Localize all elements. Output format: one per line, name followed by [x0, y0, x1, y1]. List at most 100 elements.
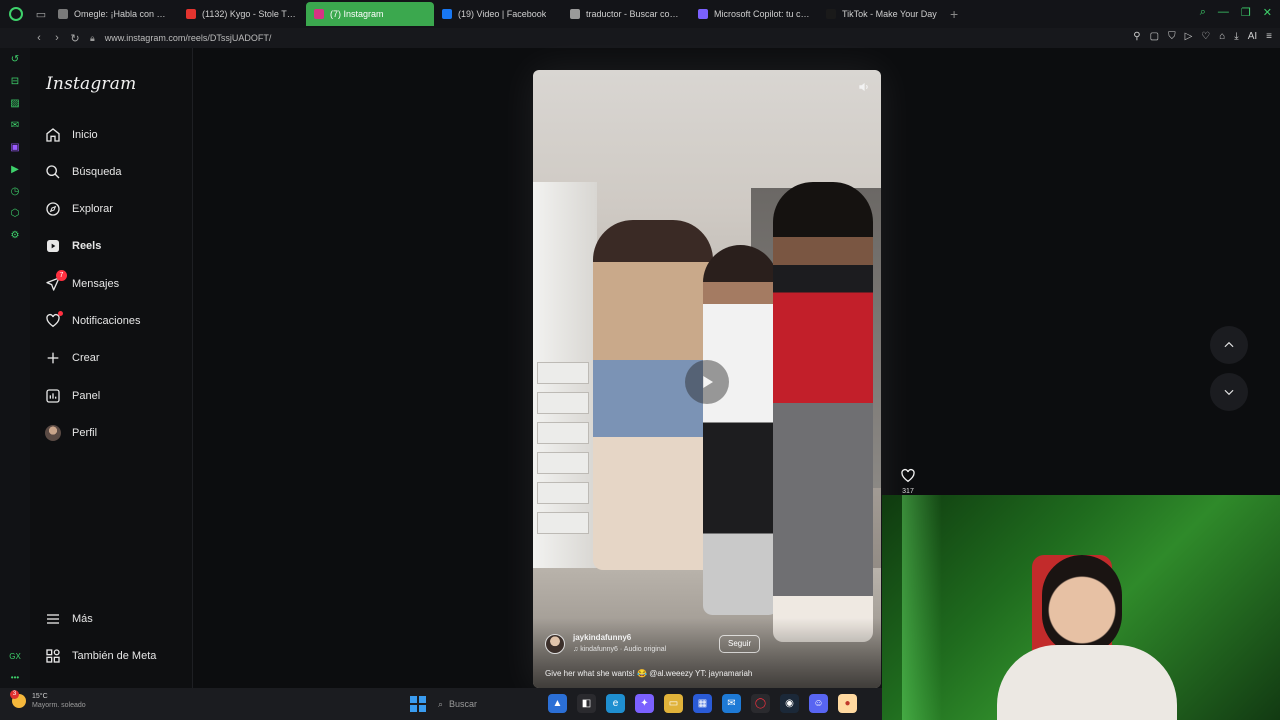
chevron-up-icon [1224, 341, 1234, 348]
snapshot-icon[interactable]: ▢ [1150, 31, 1159, 42]
pin-icon[interactable]: ⚲ [1133, 31, 1140, 42]
instagram-logo[interactable]: Instagram [46, 74, 136, 94]
minimize-icon[interactable]: — [1218, 6, 1229, 19]
search-tabs-icon[interactable]: ⌕ [1200, 6, 1206, 19]
tab-favicon-icon [570, 9, 580, 19]
streamer-face [1042, 555, 1122, 655]
chevron-down-icon [1224, 389, 1234, 396]
clock-icon[interactable]: ◷ [9, 186, 21, 198]
nav-tambien-de-meta[interactable]: También de Meta [44, 644, 156, 668]
nav-panel[interactable]: Panel [44, 384, 100, 408]
nav-mensajes[interactable]: 7 Mensajes [44, 270, 119, 296]
maximize-icon[interactable]: ❐ [1241, 6, 1251, 19]
extensions-icon[interactable]: ⬡ [9, 208, 21, 220]
photo-app-icon[interactable]: ▲ [548, 694, 567, 713]
player-icon[interactable]: ▶ [9, 164, 21, 176]
nav-crear[interactable]: Crear [44, 346, 100, 370]
url-field[interactable]: www.instagram.com/reels/DTssjUADOFT/ [105, 33, 272, 43]
tag-icon[interactable]: ▨ [9, 98, 21, 110]
browser-tab[interactable]: (1132) Kygo - Stole The Sh [178, 2, 306, 26]
volume-icon[interactable] [857, 80, 871, 94]
tab-title: (1132) Kygo - Stole The Sh [202, 9, 298, 19]
gx-icon[interactable]: GX [9, 652, 21, 661]
plus-icon [44, 349, 62, 367]
instagram-sidebar: Instagram Inicio Búsqueda Explorar Reels [30, 48, 193, 688]
shield-icon[interactable]: ⛉ [1168, 31, 1176, 42]
reel-username[interactable]: jaykindafunny6 [573, 633, 631, 642]
more-icon[interactable]: ••• [11, 673, 19, 682]
play-button[interactable] [685, 360, 729, 404]
video-popout-icon[interactable]: ▷ [1185, 31, 1193, 42]
hamburger-icon [44, 610, 62, 628]
bag-icon[interactable]: ⊟ [9, 76, 21, 88]
nav-explorar[interactable]: Explorar [44, 197, 113, 221]
previous-reel-button[interactable] [1210, 326, 1248, 364]
download-icon[interactable]: ⤓ [1234, 31, 1238, 42]
taskbar-search[interactable]: ⌕ Buscar [438, 694, 538, 714]
nav-busqueda[interactable]: Búsqueda [44, 160, 122, 184]
menu-icon[interactable]: ≡ [1266, 31, 1272, 42]
nav-reels[interactable]: Reels [44, 234, 101, 258]
follow-button[interactable]: Seguir [719, 635, 761, 653]
reel-audio[interactable]: ♫ kindafunny6 · Audio original [573, 646, 666, 653]
bookmark-heart-icon[interactable]: ♡ [1201, 31, 1210, 42]
chrome-icon[interactable]: ● [838, 694, 857, 713]
weather-widget[interactable]: 3 15°C Mayorm. soleado [10, 690, 86, 710]
opera-logo-icon[interactable] [0, 0, 32, 28]
tab-title: TikTok - Make Your Day [842, 9, 937, 19]
browser-tab[interactable]: traductor - Buscar con Go [562, 2, 690, 26]
edge-icon[interactable]: e [606, 694, 625, 713]
nav-perfil[interactable]: Perfil [44, 421, 97, 445]
browser-sidebar-bottom: GX ••• [0, 652, 30, 682]
nav-notificaciones[interactable]: Notificaciones [44, 309, 140, 333]
screen: ▭ Omegle: ¡Habla con Desco (1132) Kygo - … [0, 0, 1280, 720]
mail-icon[interactable]: ✉ [9, 120, 21, 132]
tab-favicon-icon [314, 9, 324, 19]
streamer-shirt [997, 645, 1177, 720]
reel-video[interactable]: jaykindafunny6 ♫ kindafunny6 · Audio ori… [533, 70, 881, 688]
task-view-icon[interactable]: ◧ [577, 694, 596, 713]
close-icon[interactable]: ✕ [1263, 6, 1272, 19]
browser-tab[interactable]: Microsoft Copilot: tu comp [690, 2, 818, 26]
store-icon[interactable]: ▦ [693, 694, 712, 713]
tab-favicon-icon [58, 9, 68, 19]
mail-app-icon[interactable]: ✉ [722, 694, 741, 713]
discord-icon[interactable]: ☺ [809, 694, 828, 713]
reel-caption: Give her what she wants! 😂 @al.weeezy YT… [545, 669, 753, 678]
tab-favicon-icon [698, 9, 708, 19]
avatar [45, 425, 61, 441]
tab-title: (19) Video | Facebook [458, 9, 547, 19]
windows-taskbar: 3 15°C Mayorm. soleado ⌕ Buscar ▲ ◧ e ✦ … [0, 688, 882, 720]
like-count: 317 [902, 488, 914, 495]
browser-tab[interactable]: (19) Video | Facebook [434, 2, 562, 26]
file-explorer-icon[interactable]: ▭ [664, 694, 683, 713]
copilot-icon[interactable]: ✦ [635, 694, 654, 713]
opera-gx-icon[interactable]: ◯ [751, 694, 770, 713]
new-tab-icon[interactable]: + [950, 6, 958, 22]
twitch-icon[interactable]: ▣ [9, 142, 21, 154]
video-person [703, 245, 778, 615]
compass-icon [44, 200, 62, 218]
like-button[interactable] [900, 468, 916, 484]
nav-inicio[interactable]: Inicio [44, 123, 98, 147]
settings-icon[interactable]: ⚙ [9, 230, 21, 242]
next-reel-button[interactable] [1210, 373, 1248, 411]
tab-title: Omegle: ¡Habla con Desco [74, 9, 170, 19]
windows-start-icon[interactable] [410, 696, 426, 712]
reload-icon[interactable]: ↻ [66, 32, 84, 45]
browser-tab[interactable]: (7) Instagram [306, 2, 434, 26]
history-icon[interactable]: ↺ [9, 54, 21, 66]
aria-ai-button[interactable]: AI [1248, 31, 1257, 42]
address-bar: ‹ › ↻ 🔒︎ www.instagram.com/reels/DTssjUA… [0, 28, 1280, 48]
browser-tab[interactable]: Omegle: ¡Habla con Desco [50, 2, 178, 26]
steam-icon[interactable]: ◉ [780, 694, 799, 713]
browser-tab[interactable]: TikTok - Make Your Day [818, 2, 946, 26]
reel-author-avatar[interactable] [545, 634, 565, 654]
workspaces-icon[interactable]: ▭ [32, 0, 50, 28]
nav-mas[interactable]: Más [44, 607, 93, 631]
back-icon[interactable]: ‹ [30, 32, 48, 44]
forward-icon[interactable]: › [48, 32, 66, 44]
video-scene-shelf [533, 182, 597, 612]
heart-icon [44, 311, 63, 330]
wallet-icon[interactable]: ⌂ [1219, 31, 1225, 42]
